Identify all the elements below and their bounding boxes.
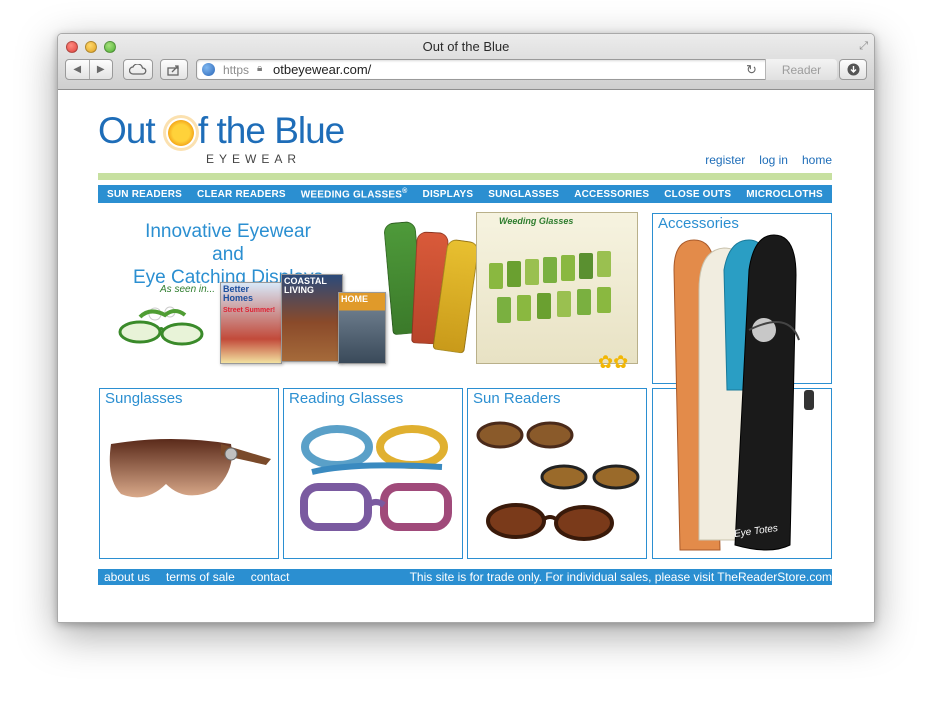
display-pocket (577, 289, 591, 315)
hero-title-line1: Innovative Eyewear and (145, 221, 311, 265)
logo-text-left: Out (98, 110, 164, 151)
nav-microcloths[interactable]: MICROCLOTHS (746, 189, 823, 200)
magazine-subtitle: Street Summer! (223, 307, 276, 314)
display-pocket (597, 251, 611, 277)
browser-window: Out of the Blue ⤢ ◀ ▶ https 🔒︎ otbeyewea… (57, 33, 875, 623)
reading-glasses-image (300, 425, 452, 531)
reading-glasses-tile[interactable]: Reading Glasses (283, 388, 463, 559)
display-pocket (537, 293, 551, 319)
display-pocket (561, 255, 575, 281)
logo-text-right: f the Blue (197, 110, 345, 151)
address-bar[interactable]: https 🔒︎ otbeyewear.com/ ↻ Reader (196, 59, 837, 80)
display-pocket (517, 295, 531, 321)
terms-of-sale-link[interactable]: terms of sale (166, 570, 235, 584)
logo-subtitle: EYEWEAR (206, 152, 302, 166)
reading-glasses-tile-title: Reading Glasses (289, 390, 404, 407)
sunglasses-image (109, 439, 271, 498)
registered-mark: ® (402, 187, 408, 195)
display-pocket (489, 263, 503, 289)
better-homes-magazine: Better Homes Street Summer! (220, 282, 282, 364)
magazine-title: Better Homes (223, 284, 254, 303)
display-pocket (597, 287, 611, 313)
display-pocket (579, 253, 593, 279)
nav-sun-readers[interactable]: SUN READERS (107, 189, 182, 200)
display-stand-image: Weeding Glasses (476, 212, 638, 364)
back-forward-buttons: ◀ ▶ (65, 59, 113, 80)
eyewear-cases-image (673, 234, 814, 551)
flowers-icon: ✿✿ (598, 352, 629, 372)
window-title: Out of the Blue (422, 39, 510, 54)
cloud-icon (129, 64, 147, 75)
display-pocket (525, 259, 539, 285)
display-pocket (557, 291, 571, 317)
about-us-link[interactable]: about us (104, 570, 150, 584)
sun-icon (165, 118, 196, 149)
home-magazine: HOME (338, 292, 386, 364)
nav-accessories[interactable]: ACCESSORIES (574, 189, 649, 200)
display-pocket (507, 261, 521, 287)
sun-readers-image (476, 421, 640, 541)
register-link[interactable]: register (705, 153, 745, 167)
url-protocol: https (223, 63, 250, 77)
reload-icon[interactable]: ↻ (746, 62, 757, 78)
floral-glasses-image (118, 306, 204, 346)
login-link[interactable]: log in (759, 153, 788, 167)
forward-icon[interactable]: ▶ (90, 64, 113, 75)
home-link[interactable]: home (802, 153, 832, 167)
downloads-button[interactable] (839, 59, 867, 80)
back-icon[interactable]: ◀ (66, 64, 89, 75)
accent-bar (98, 173, 832, 180)
magazine-title: COASTAL LIVING (284, 276, 327, 295)
nav-sunglasses[interactable]: SUNGLASSES (488, 189, 559, 200)
fullscreen-icon[interactable]: ⤢ (859, 40, 868, 53)
browser-toolbar: Out of the Blue ⤢ ◀ ▶ https 🔒︎ otbeyewea… (58, 34, 874, 90)
nav-close-outs[interactable]: CLOSE OUTS (664, 189, 731, 200)
magazine-title: HOME (341, 294, 368, 304)
hero-banner[interactable]: Innovative Eyewear and Eye Catching Disp… (98, 212, 650, 384)
display-title: Weeding Glasses (499, 216, 574, 226)
footer-links: about us terms of sale contact (104, 570, 289, 584)
footer-bar: about us terms of sale contact This site… (98, 569, 832, 585)
url-text[interactable]: otbeyewear.com/ (273, 62, 371, 77)
download-icon (847, 63, 859, 76)
lock-icon: 🔒︎ (257, 63, 263, 74)
nav-weeding-glasses[interactable]: WEEDING GLASSES® (301, 188, 408, 200)
share-button[interactable] (160, 59, 188, 80)
site-logo[interactable]: Out f the Blue EYEWEAR (98, 110, 345, 167)
sun-readers-tile-title: Sun Readers (473, 390, 561, 407)
globe-icon (202, 63, 215, 76)
display-pocket (497, 297, 511, 323)
display-pocket (543, 257, 557, 283)
reader-button[interactable]: Reader (765, 59, 837, 80)
icloud-tabs-button[interactable] (123, 59, 153, 80)
coastal-living-magazine: COASTAL LIVING (281, 274, 343, 362)
top-links: register log in home (705, 153, 832, 167)
sun-readers-tile[interactable]: Sun Readers (467, 388, 647, 559)
nav-displays[interactable]: DISPLAYS (423, 189, 474, 200)
sunglasses-tile[interactable]: Sunglasses (99, 388, 279, 559)
share-icon (167, 64, 179, 76)
trade-only-notice[interactable]: This site is for trade only. For individ… (410, 570, 832, 584)
nav-clear-readers[interactable]: CLEAR READERS (197, 189, 286, 200)
main-nav: SUN READERS CLEAR READERS WEEDING GLASSE… (98, 185, 832, 203)
as-seen-in-label: As seen in... (160, 284, 216, 295)
contact-link[interactable]: contact (251, 570, 290, 584)
sunglasses-tile-title: Sunglasses (105, 390, 183, 407)
web-page: Out f the Blue EYEWEAR register log in h… (58, 90, 874, 622)
nav-weeding-glasses-label: WEEDING GLASSES (300, 189, 403, 201)
